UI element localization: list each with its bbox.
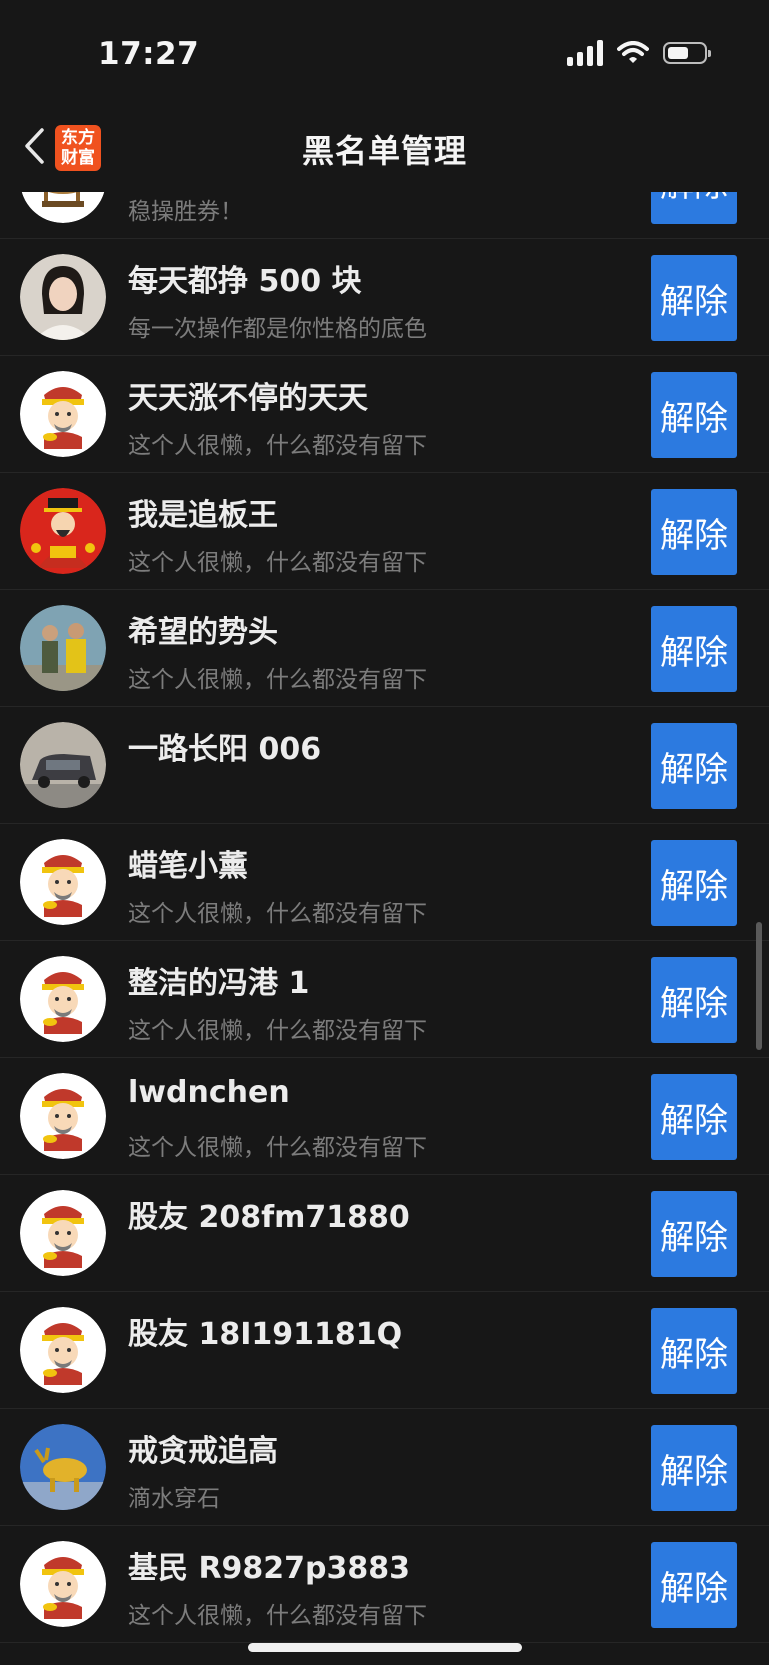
user-name: 每天都挣 500 块 <box>128 264 362 299</box>
unblock-button[interactable]: 解除 <box>651 1308 737 1394</box>
unblock-button[interactable]: 解除 <box>651 1425 737 1511</box>
wifi-icon <box>617 41 649 63</box>
two-men-photo-avatar[interactable] <box>20 605 106 691</box>
golden-bull-avatar[interactable] <box>20 1424 106 1510</box>
unblock-button[interactable]: 解除 <box>651 372 737 458</box>
status-time: 17:27 <box>98 36 200 72</box>
woman-portrait-avatar[interactable] <box>20 254 106 340</box>
user-name: 股友 208fm71880 <box>128 1200 410 1235</box>
unblock-button[interactable]: 解除 <box>651 840 737 926</box>
home-indicator[interactable] <box>248 1643 522 1652</box>
red-fortune-god-avatar[interactable] <box>20 488 106 574</box>
status-bar: 17:27 <box>0 0 769 100</box>
list-item[interactable]: 股友 208fm71880 解除 <box>0 1175 769 1292</box>
user-name: 戒贪戒追高 <box>128 1434 278 1469</box>
user-name: 蜡笔小薰 <box>128 849 248 884</box>
user-name: 基民 R9827p3883 <box>128 1551 411 1586</box>
user-signature: 这个人很懒，什么都没有留下 <box>128 1018 427 1044</box>
list-item[interactable]: 戒贪戒追高滴水穿石 解除 <box>0 1409 769 1526</box>
user-name: 天天涨不停的天天 <box>128 381 368 416</box>
user-name: lwdnchen <box>128 1075 290 1110</box>
list-item[interactable]: 天天涨不停的天天这个人很懒，什么都没有留下 解除 <box>0 356 769 473</box>
unblock-button[interactable]: 解除 <box>651 192 737 224</box>
navigation-bar: 东方 财富 黑名单管理 <box>0 100 769 192</box>
user-name: 我是追板王 <box>128 498 278 533</box>
user-signature: 这个人很懒，什么都没有留下 <box>128 550 427 576</box>
unblock-button[interactable]: 解除 <box>651 606 737 692</box>
status-icons <box>567 40 711 66</box>
fortune-god-avatar[interactable] <box>20 956 106 1042</box>
bull-statue-avatar[interactable] <box>20 192 106 223</box>
fortune-god-avatar[interactable] <box>20 371 106 457</box>
fortune-god-avatar[interactable] <box>20 1541 106 1627</box>
list-item[interactable]: 蜡笔小薰这个人很懒，什么都没有留下 解除 <box>0 824 769 941</box>
unblock-button[interactable]: 解除 <box>651 723 737 809</box>
user-signature: 这个人很懒，什么都没有留下 <box>128 901 427 927</box>
unblock-button[interactable]: 解除 <box>651 489 737 575</box>
battery-icon <box>663 42 711 64</box>
user-signature: 这个人很懒，什么都没有留下 <box>128 433 427 459</box>
list-item[interactable]: 希望的势头这个人很懒，什么都没有留下 解除 <box>0 590 769 707</box>
user-name: 希望的势头 <box>128 615 278 650</box>
unblock-button[interactable]: 解除 <box>651 1191 737 1277</box>
list-item[interactable]: 股友 18I191181Q 解除 <box>0 1292 769 1409</box>
user-name: 股友 18I191181Q <box>128 1317 403 1352</box>
scrollbar[interactable] <box>756 922 762 1050</box>
user-signature: 每一次操作都是你性格的底色 <box>128 316 427 342</box>
blacklist-list[interactable]: 贰月贰年拍头稳操胜券！解除 每天都挣 500 块每一次操作都是你性格的底色解除 … <box>0 192 769 1665</box>
unblock-button[interactable]: 解除 <box>651 255 737 341</box>
unblock-button[interactable]: 解除 <box>651 1542 737 1628</box>
unblock-button[interactable]: 解除 <box>651 957 737 1043</box>
fortune-god-avatar[interactable] <box>20 1190 106 1276</box>
list-item[interactable]: 一路长阳 006 解除 <box>0 707 769 824</box>
list-item[interactable]: 我是追板王这个人很懒，什么都没有留下 解除 <box>0 473 769 590</box>
user-signature: 这个人很懒，什么都没有留下 <box>128 1603 427 1629</box>
car-photo-avatar[interactable] <box>20 722 106 808</box>
user-signature: 滴水穿石 <box>128 1486 220 1512</box>
user-signature: 这个人很懒，什么都没有留下 <box>128 667 427 693</box>
unblock-button[interactable]: 解除 <box>651 1074 737 1160</box>
page-title: 黑名单管理 <box>301 132 467 170</box>
user-name: 一路长阳 006 <box>128 732 322 767</box>
cellular-signal-icon <box>567 40 603 66</box>
fortune-god-avatar[interactable] <box>20 839 106 925</box>
fortune-god-avatar[interactable] <box>20 1073 106 1159</box>
user-signature: 这个人很懒，什么都没有留下 <box>128 1135 427 1161</box>
list-item[interactable]: 基民 R9827p3883 这个人很懒，什么都没有留下 解除 <box>0 1526 769 1643</box>
fortune-god-avatar[interactable] <box>20 1307 106 1393</box>
user-signature: 稳操胜券！ <box>128 199 243 225</box>
list-item[interactable]: 贰月贰年拍头稳操胜券！解除 <box>0 192 769 239</box>
list-item[interactable]: 每天都挣 500 块每一次操作都是你性格的底色 解除 <box>0 239 769 356</box>
list-item[interactable]: 整洁的冯港 1 这个人很懒，什么都没有留下 解除 <box>0 941 769 1058</box>
user-name: 整洁的冯港 1 <box>128 966 310 1001</box>
list-item[interactable]: lwdnchen 这个人很懒，什么都没有留下 解除 <box>0 1058 769 1175</box>
